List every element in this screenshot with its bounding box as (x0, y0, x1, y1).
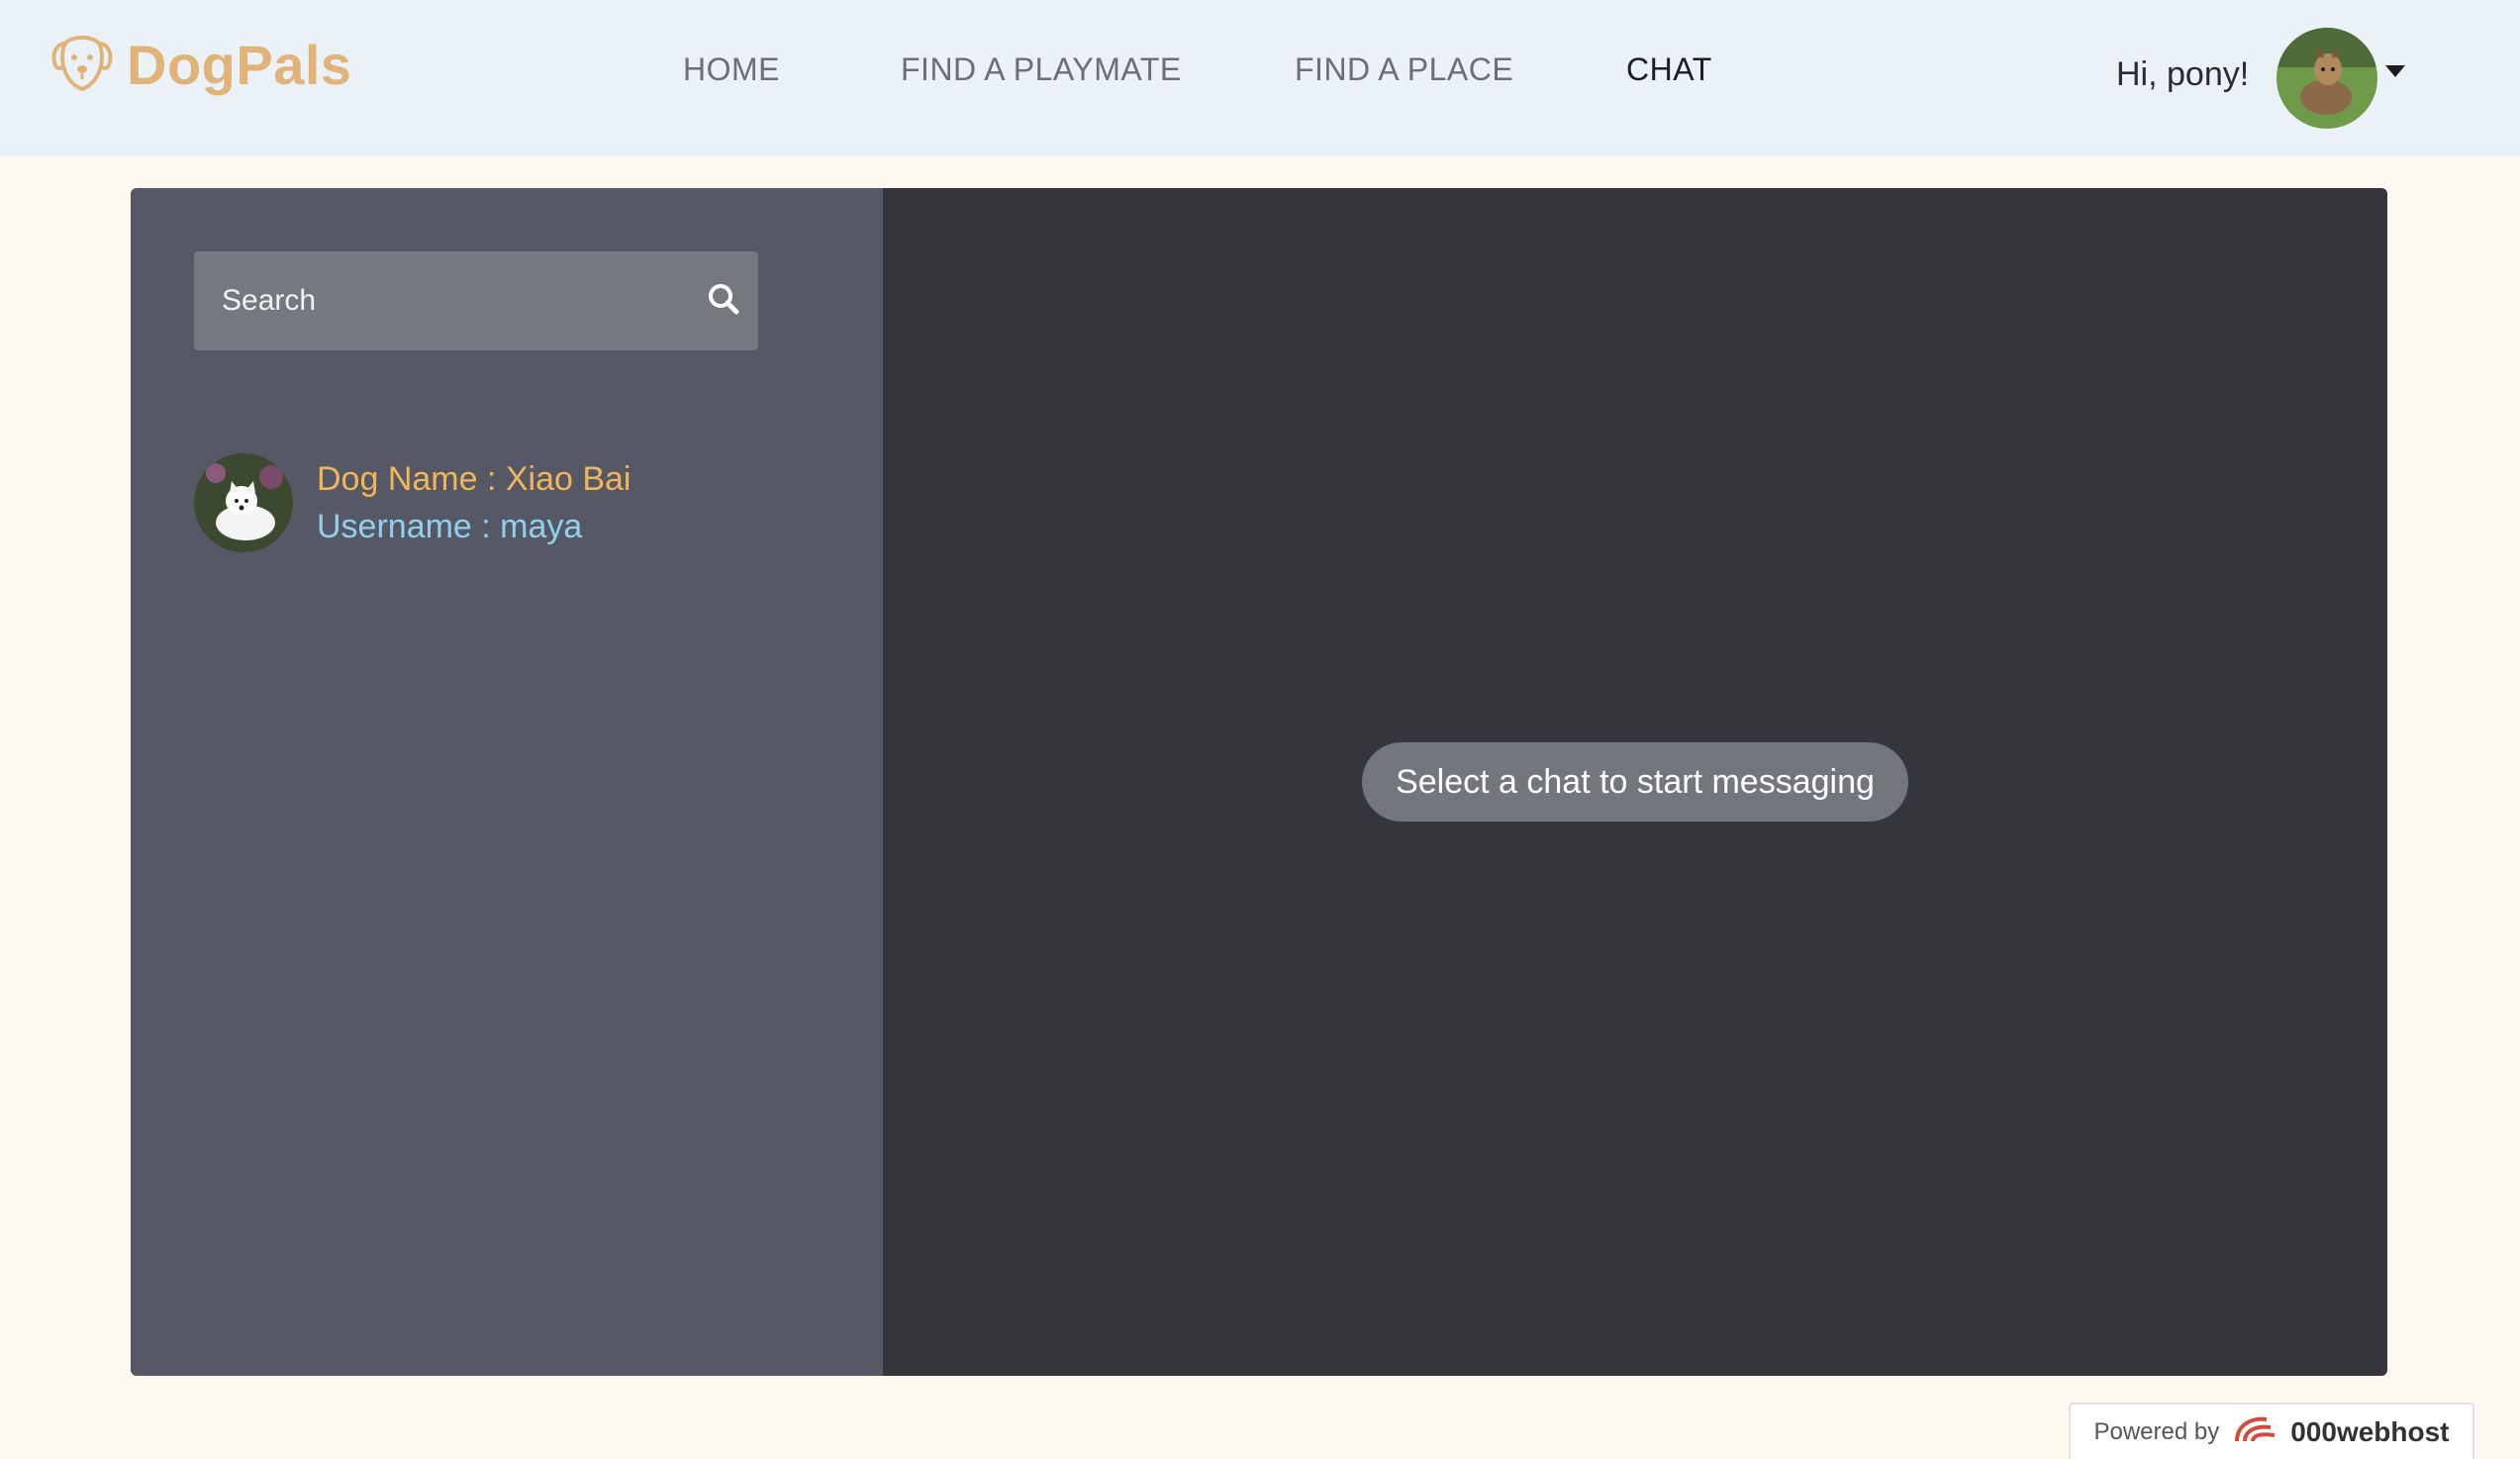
chat-panel: Dog Name : Xiao Bai Username : maya Sele… (131, 188, 2387, 1376)
webhost-logo-icon (2231, 1411, 2278, 1452)
search-input[interactable] (222, 284, 687, 318)
search-box (194, 251, 758, 350)
brand-name: DogPals (127, 33, 352, 96)
user-menu-caret-icon[interactable] (2385, 65, 2405, 77)
nav-chat[interactable]: CHAT (1626, 51, 1712, 88)
dog-face-icon (49, 30, 115, 100)
contact-item[interactable]: Dog Name : Xiao Bai Username : maya (194, 453, 631, 552)
brand-logo[interactable]: DogPals (49, 30, 352, 99)
nav-find-a-playmate[interactable]: FIND A PLAYMATE (901, 51, 1182, 88)
powered-by-brand: 000webhost (2290, 1415, 2450, 1447)
nav-find-a-place[interactable]: FIND A PLACE (1295, 51, 1513, 88)
contact-info: Dog Name : Xiao Bai Username : maya (317, 455, 631, 550)
contact-dog-name: Dog Name : Xiao Bai (317, 460, 631, 498)
contacts-sidebar: Dog Name : Xiao Bai Username : maya (131, 188, 883, 1376)
nav-home[interactable]: HOME (683, 51, 780, 88)
dog-avatar-icon[interactable] (2277, 28, 2377, 129)
contact-username: Username : maya (317, 508, 583, 545)
top-navbar: DogPals HOME FIND A PLAYMATE FIND A PLAC… (0, 0, 2520, 156)
powered-by-label: Powered by (2093, 1417, 2220, 1445)
powered-by-badge[interactable]: Powered by 000webhost (2069, 1403, 2474, 1459)
empty-chat-message: Select a chat to start messaging (1362, 742, 1908, 822)
chat-conversation-area: Select a chat to start messaging (883, 188, 2387, 1376)
user-greeting: Hi, pony! (2116, 55, 2250, 93)
search-icon[interactable] (707, 282, 740, 321)
white-dog-avatar-icon (194, 453, 293, 552)
